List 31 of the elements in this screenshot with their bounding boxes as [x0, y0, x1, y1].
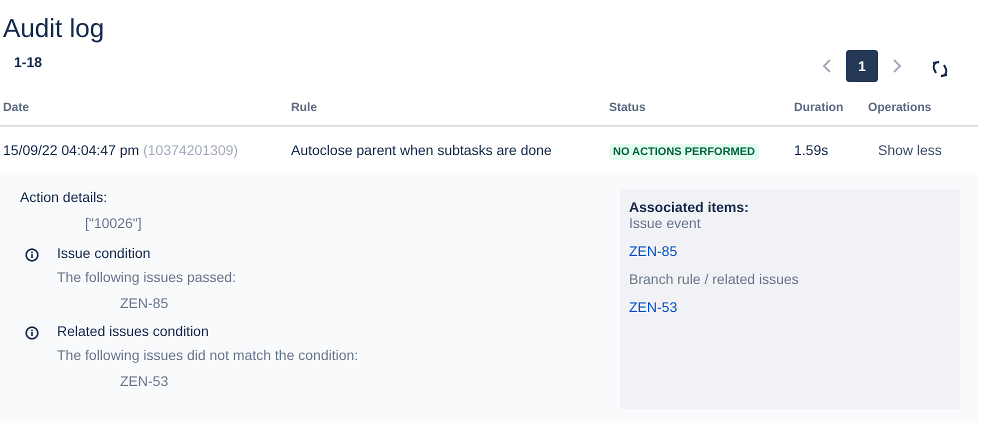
action-value: ["10026"] [85, 215, 143, 231]
action-details-label: Action details: [20, 189, 108, 205]
issue-link[interactable]: ZEN-85 [629, 243, 678, 259]
condition-message: The following issues did not match the condition: [57, 347, 358, 363]
chevron-left-icon[interactable] [822, 58, 832, 74]
issue-key: ZEN-85 [120, 295, 236, 311]
show-less-button[interactable]: Show less [868, 142, 942, 158]
column-header: Date [2, 100, 30, 114]
date-cell-text: 15/09/22 04:04:47 pm (10374201309) [2, 142, 240, 158]
page-title: Audit log [2, 12, 106, 44]
group-label: Issue event [629, 215, 702, 231]
column-header: Rule [290, 100, 318, 114]
column-header: Status [608, 100, 647, 114]
page-button[interactable]: 1 [846, 50, 878, 82]
status-lozenge: NO ACTIONS PERFORMED [609, 144, 759, 160]
column-header: Duration [793, 100, 844, 114]
condition-title: Related issues condition [57, 323, 210, 339]
refresh-icon[interactable] [930, 59, 950, 79]
issue-link[interactable]: ZEN-53 [629, 299, 678, 315]
result-range: 1-18 [14, 54, 42, 70]
condition-title: Issue condition [57, 245, 152, 261]
group-label: Branch rule / related issues [629, 271, 800, 287]
associated-items-title: Associated items: [629, 199, 750, 215]
column-header: Operations [867, 100, 932, 114]
condition-message: The following issues passed: [57, 269, 236, 285]
chevron-right-icon[interactable] [892, 58, 902, 74]
issue-key: ZEN-53 [120, 373, 358, 389]
duration-cell-text: 1.59s [793, 142, 830, 158]
info-icon [25, 326, 39, 340]
info-icon [25, 248, 39, 262]
rule-cell-text: Autoclose parent when subtasks are done [290, 142, 553, 158]
